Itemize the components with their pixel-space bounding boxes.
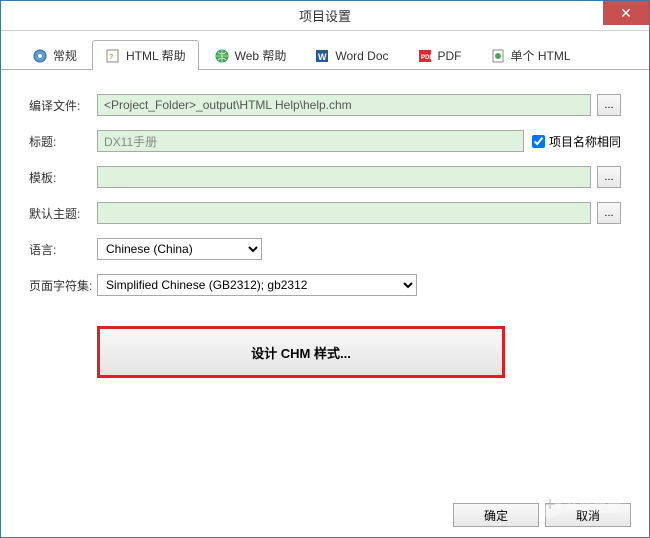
dialog-footer: 确定 取消 xyxy=(453,503,631,527)
close-button[interactable]: ✕ xyxy=(603,1,649,25)
svg-text:?: ? xyxy=(109,54,113,61)
cancel-button[interactable]: 取消 xyxy=(545,503,631,527)
compile-file-label: 编译文件: xyxy=(29,97,97,114)
title-input[interactable] xyxy=(97,130,524,152)
language-select[interactable]: Chinese (China) xyxy=(97,238,262,260)
tab-label: Word Doc xyxy=(335,49,388,63)
tab-pdf[interactable]: PDF PDF xyxy=(404,40,475,70)
window-title: 项目设置 xyxy=(299,6,351,25)
tab-label: 单个 HTML xyxy=(511,47,571,64)
tab-label: Web 帮助 xyxy=(235,47,287,64)
tab-html-help[interactable]: ? HTML 帮助 xyxy=(92,40,199,70)
browse-default-topic-button[interactable]: ... xyxy=(597,202,621,224)
tab-general[interactable]: 常规 xyxy=(19,40,90,70)
tab-word-doc[interactable]: W Word Doc xyxy=(301,40,401,70)
design-chm-style-button[interactable]: 设计 CHM 样式... xyxy=(97,326,505,378)
ok-button[interactable]: 确定 xyxy=(453,503,539,527)
svg-text:PDF: PDF xyxy=(421,55,433,61)
default-topic-input[interactable] xyxy=(97,202,591,224)
template-input[interactable] xyxy=(97,166,591,188)
tab-label: PDF xyxy=(438,49,462,63)
title-label: 标题: xyxy=(29,133,97,150)
pdf-icon: PDF xyxy=(417,48,433,64)
web-icon xyxy=(214,48,230,64)
same-as-project-label: 项目名称相同 xyxy=(549,133,621,150)
tab-content: 编译文件: ... 标题: 项目名称相同 模板: ... 默认主题: ... 语… xyxy=(1,70,649,390)
same-as-project-checkbox[interactable] xyxy=(532,135,545,148)
tab-bar: 常规 ? HTML 帮助 Web 帮助 W Word Doc PDF PDF 单… xyxy=(1,31,649,70)
single-html-icon xyxy=(490,48,506,64)
tab-label: 常规 xyxy=(53,47,77,64)
project-settings-window: 项目设置 ✕ 常规 ? HTML 帮助 Web 帮助 W Word Doc PD… xyxy=(0,0,650,538)
tab-web-help[interactable]: Web 帮助 xyxy=(201,40,300,70)
svg-text:W: W xyxy=(318,52,327,62)
titlebar: 项目设置 ✕ xyxy=(1,1,649,31)
chm-icon: ? xyxy=(105,48,121,64)
same-as-project-checkbox-wrap[interactable]: 项目名称相同 xyxy=(532,133,621,150)
charset-label: 页面字符集: xyxy=(29,277,97,294)
charset-select[interactable]: Simplified Chinese (GB2312); gb2312 xyxy=(97,274,417,296)
tab-label: HTML 帮助 xyxy=(126,47,186,64)
word-icon: W xyxy=(314,48,330,64)
browse-template-button[interactable]: ... xyxy=(597,166,621,188)
close-icon: ✕ xyxy=(620,5,632,22)
language-label: 语言: xyxy=(29,241,97,258)
browse-compile-file-button[interactable]: ... xyxy=(597,94,621,116)
template-label: 模板: xyxy=(29,169,97,186)
tab-single-html[interactable]: 单个 HTML xyxy=(477,40,584,70)
compile-file-input[interactable] xyxy=(97,94,591,116)
default-topic-label: 默认主题: xyxy=(29,205,97,222)
general-icon xyxy=(32,48,48,64)
